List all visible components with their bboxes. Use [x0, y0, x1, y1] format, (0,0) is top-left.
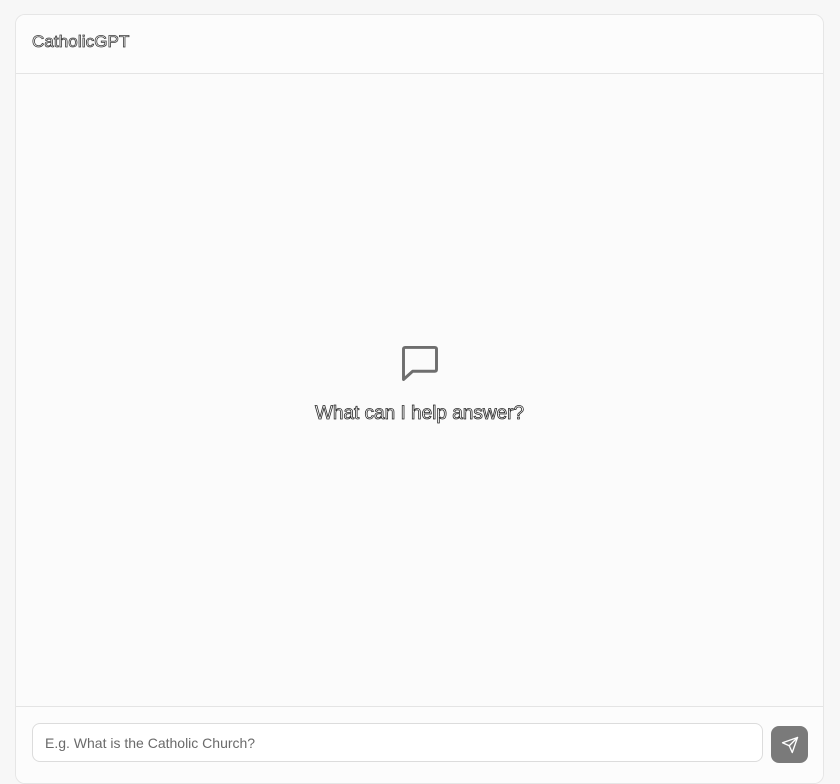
header: CatholicGPT	[16, 15, 823, 74]
chat-panel: CatholicGPT What can I help answer?	[15, 14, 824, 784]
message-input[interactable]	[32, 723, 763, 762]
empty-state-text: What can I help answer?	[314, 403, 525, 425]
send-button[interactable]	[771, 726, 808, 763]
send-icon	[781, 736, 798, 753]
app-title: CatholicGPT	[32, 32, 130, 52]
composer	[16, 706, 823, 783]
message-square-icon	[401, 345, 438, 381]
empty-state: What can I help answer?	[16, 341, 823, 425]
